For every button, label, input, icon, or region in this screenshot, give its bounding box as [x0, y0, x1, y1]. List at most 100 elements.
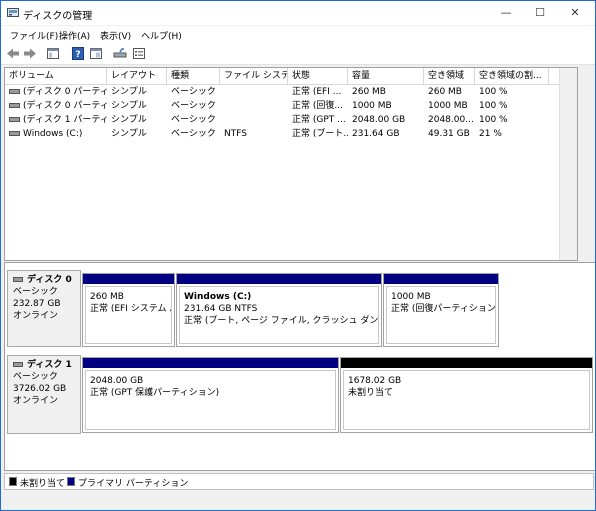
table-row[interactable]: (ディスク 0 パーティショ... シンプル ベーシック 正常 (回復... 1…	[5, 99, 577, 113]
cell-free-space: 49.31 GB	[428, 129, 470, 139]
disk-0-status: オンライン	[13, 311, 59, 321]
disk-1-label[interactable]: ディスク 1 ベーシック 3726.02 GB オンライン	[7, 355, 81, 434]
cell-free-space: 2048.00...	[428, 115, 474, 125]
primary-partition-bar	[177, 274, 381, 284]
cell-file-system	[220, 99, 288, 113]
close-button[interactable]: ✕	[558, 1, 592, 25]
disk-0-label[interactable]: ディスク 0 ベーシック 232.87 GB オンライン	[7, 270, 81, 347]
cell-volume: (ディスク 0 パーティショ...	[5, 85, 107, 99]
volume-icon	[9, 117, 20, 122]
cell-type: ベーシック	[171, 129, 216, 139]
cell-capacity: 260 MB	[352, 87, 386, 97]
column-header-type[interactable]: 種類	[167, 68, 220, 84]
volume-list-scrollbar[interactable]	[559, 68, 577, 260]
cell-type: ベーシック	[171, 115, 216, 125]
cell-status: 正常 (ブート...	[292, 129, 348, 139]
menu-view[interactable]: 表示(V)	[100, 29, 131, 42]
cell-volume: (ディスク 1 パーティショ...	[5, 113, 107, 127]
cell-status: 正常 (回復...	[292, 101, 343, 111]
window-title: ディスクの管理	[23, 11, 93, 22]
legend-primary-label: プライマリ パーティション	[78, 479, 189, 489]
volume-name: (ディスク 1 パーティショ...	[23, 115, 107, 125]
partition-recovery[interactable]: 1000 MB 正常 (回復パーティション)	[383, 273, 499, 347]
column-header-status[interactable]: 状態	[288, 68, 348, 84]
volume-icon	[9, 103, 20, 108]
volume-name: (ディスク 0 パーティショ...	[23, 87, 107, 97]
cell-free-percent: 100 %	[479, 115, 508, 125]
column-header-layout[interactable]: レイアウト	[107, 68, 167, 84]
volume-list-header: ボリューム レイアウト 種類 ファイル システム 状態 容量 空き領域 空き領域…	[5, 68, 577, 85]
settings-list-icon[interactable]	[132, 47, 146, 60]
partition-size: 1000 MB	[391, 292, 431, 302]
partition-windows-c[interactable]: Windows (C:) 231.64 GB NTFS 正常 (ブート, ページ…	[176, 273, 382, 347]
minimize-button[interactable]: —	[489, 1, 523, 25]
cell-layout: シンプル	[111, 115, 147, 125]
disk-1-name: ディスク 1	[27, 360, 72, 370]
partition-status: 正常 (EFI システム パー	[90, 304, 171, 314]
partition-body: 1000 MB 正常 (回復パーティション)	[386, 286, 496, 344]
cell-free-percent: 100 %	[479, 101, 508, 111]
partition-status: 未割り当て	[348, 388, 394, 398]
cell-capacity: 1000 MB	[352, 101, 392, 111]
volume-name: (ディスク 0 パーティショ...	[23, 101, 107, 111]
column-header-free-space[interactable]: 空き領域	[424, 68, 475, 84]
column-header-free-percent[interactable]: 空き領域の割...	[475, 68, 549, 84]
disk-icon	[13, 277, 23, 282]
column-header-file-system[interactable]: ファイル システム	[220, 68, 288, 84]
partition-gpt-protective[interactable]: 2048.00 GB 正常 (GPT 保護パーティション)	[82, 357, 339, 433]
partition-body: 1678.02 GB 未割り当て	[343, 370, 590, 430]
partition-body: 2048.00 GB 正常 (GPT 保護パーティション)	[85, 370, 336, 430]
disk-icon	[13, 362, 23, 367]
connect-icon[interactable]	[113, 47, 127, 60]
cell-layout: シンプル	[111, 101, 147, 111]
cell-volume: (ディスク 0 パーティショ...	[5, 99, 107, 113]
cell-type: ベーシック	[171, 87, 216, 97]
partition-body: Windows (C:) 231.64 GB NTFS 正常 (ブート, ページ…	[179, 286, 379, 344]
partition-size: 231.64 GB NTFS	[184, 304, 258, 314]
partition-unallocated[interactable]: 1678.02 GB 未割り当て	[340, 357, 593, 433]
cell-capacity: 231.64 GB	[352, 129, 400, 139]
help-icon[interactable]: ?	[71, 47, 85, 60]
legend-unallocated-swatch	[9, 477, 17, 486]
cell-free-percent: 21 %	[479, 129, 502, 139]
primary-partition-bar	[83, 358, 338, 368]
disk-1-size: 3726.02 GB	[13, 384, 67, 394]
properties-icon[interactable]	[89, 47, 103, 60]
cell-type: ベーシック	[171, 101, 216, 111]
title-bar: ディスクの管理 — ☐ ✕	[1, 1, 595, 25]
table-row[interactable]: (ディスク 0 パーティショ... シンプル ベーシック 正常 (EFI ...…	[5, 85, 577, 99]
disk-1-type: ベーシック	[13, 372, 58, 382]
table-row[interactable]: (ディスク 1 パーティショ... シンプル ベーシック 正常 (GPT ...…	[5, 113, 577, 127]
status-bar	[1, 492, 595, 510]
partition-status: 正常 (ブート, ページ ファイル, クラッシュ ダンプ, ベーシック	[184, 316, 379, 326]
primary-partition-bar	[83, 274, 174, 284]
cell-file-system: NTFS	[224, 129, 247, 139]
table-row[interactable]: Windows (C:) シンプル ベーシック NTFS 正常 (ブート... …	[5, 127, 577, 141]
cell-status: 正常 (EFI ...	[292, 87, 342, 97]
menu-action[interactable]: 操作(A)	[59, 29, 90, 42]
cell-free-percent: 100 %	[479, 87, 508, 97]
partition-size: 260 MB	[90, 292, 124, 302]
disk-management-window: ディスクの管理 — ☐ ✕ ファイル(F) 操作(A) 表示(V) ヘルプ(H)…	[0, 0, 596, 511]
partition-efi[interactable]: 260 MB 正常 (EFI システム パー	[82, 273, 175, 347]
column-header-capacity[interactable]: 容量	[348, 68, 424, 84]
console-tree-icon[interactable]	[46, 47, 60, 60]
disk-0-name: ディスク 0	[27, 275, 72, 285]
menu-help[interactable]: ヘルプ(H)	[141, 29, 182, 42]
back-icon[interactable]	[6, 47, 20, 60]
cell-volume: Windows (C:)	[5, 127, 107, 141]
partition-title: Windows (C:)	[184, 292, 252, 302]
disk-1-status: オンライン	[13, 396, 59, 406]
unallocated-bar	[341, 358, 592, 368]
partition-status: 正常 (回復パーティション)	[391, 304, 496, 314]
volume-list: ボリューム レイアウト 種類 ファイル システム 状態 容量 空き領域 空き領域…	[4, 67, 578, 261]
volume-icon	[9, 89, 20, 94]
menu-file[interactable]: ファイル(F)	[10, 29, 58, 42]
cell-free-space: 1000 MB	[428, 101, 468, 111]
forward-icon[interactable]	[23, 47, 37, 60]
legend-primary-swatch	[67, 477, 75, 486]
disk-management-app-icon	[7, 8, 19, 17]
menu-bar: ファイル(F) 操作(A) 表示(V) ヘルプ(H)	[1, 26, 595, 43]
maximize-button[interactable]: ☐	[523, 1, 557, 25]
column-header-volume[interactable]: ボリューム	[5, 68, 107, 84]
